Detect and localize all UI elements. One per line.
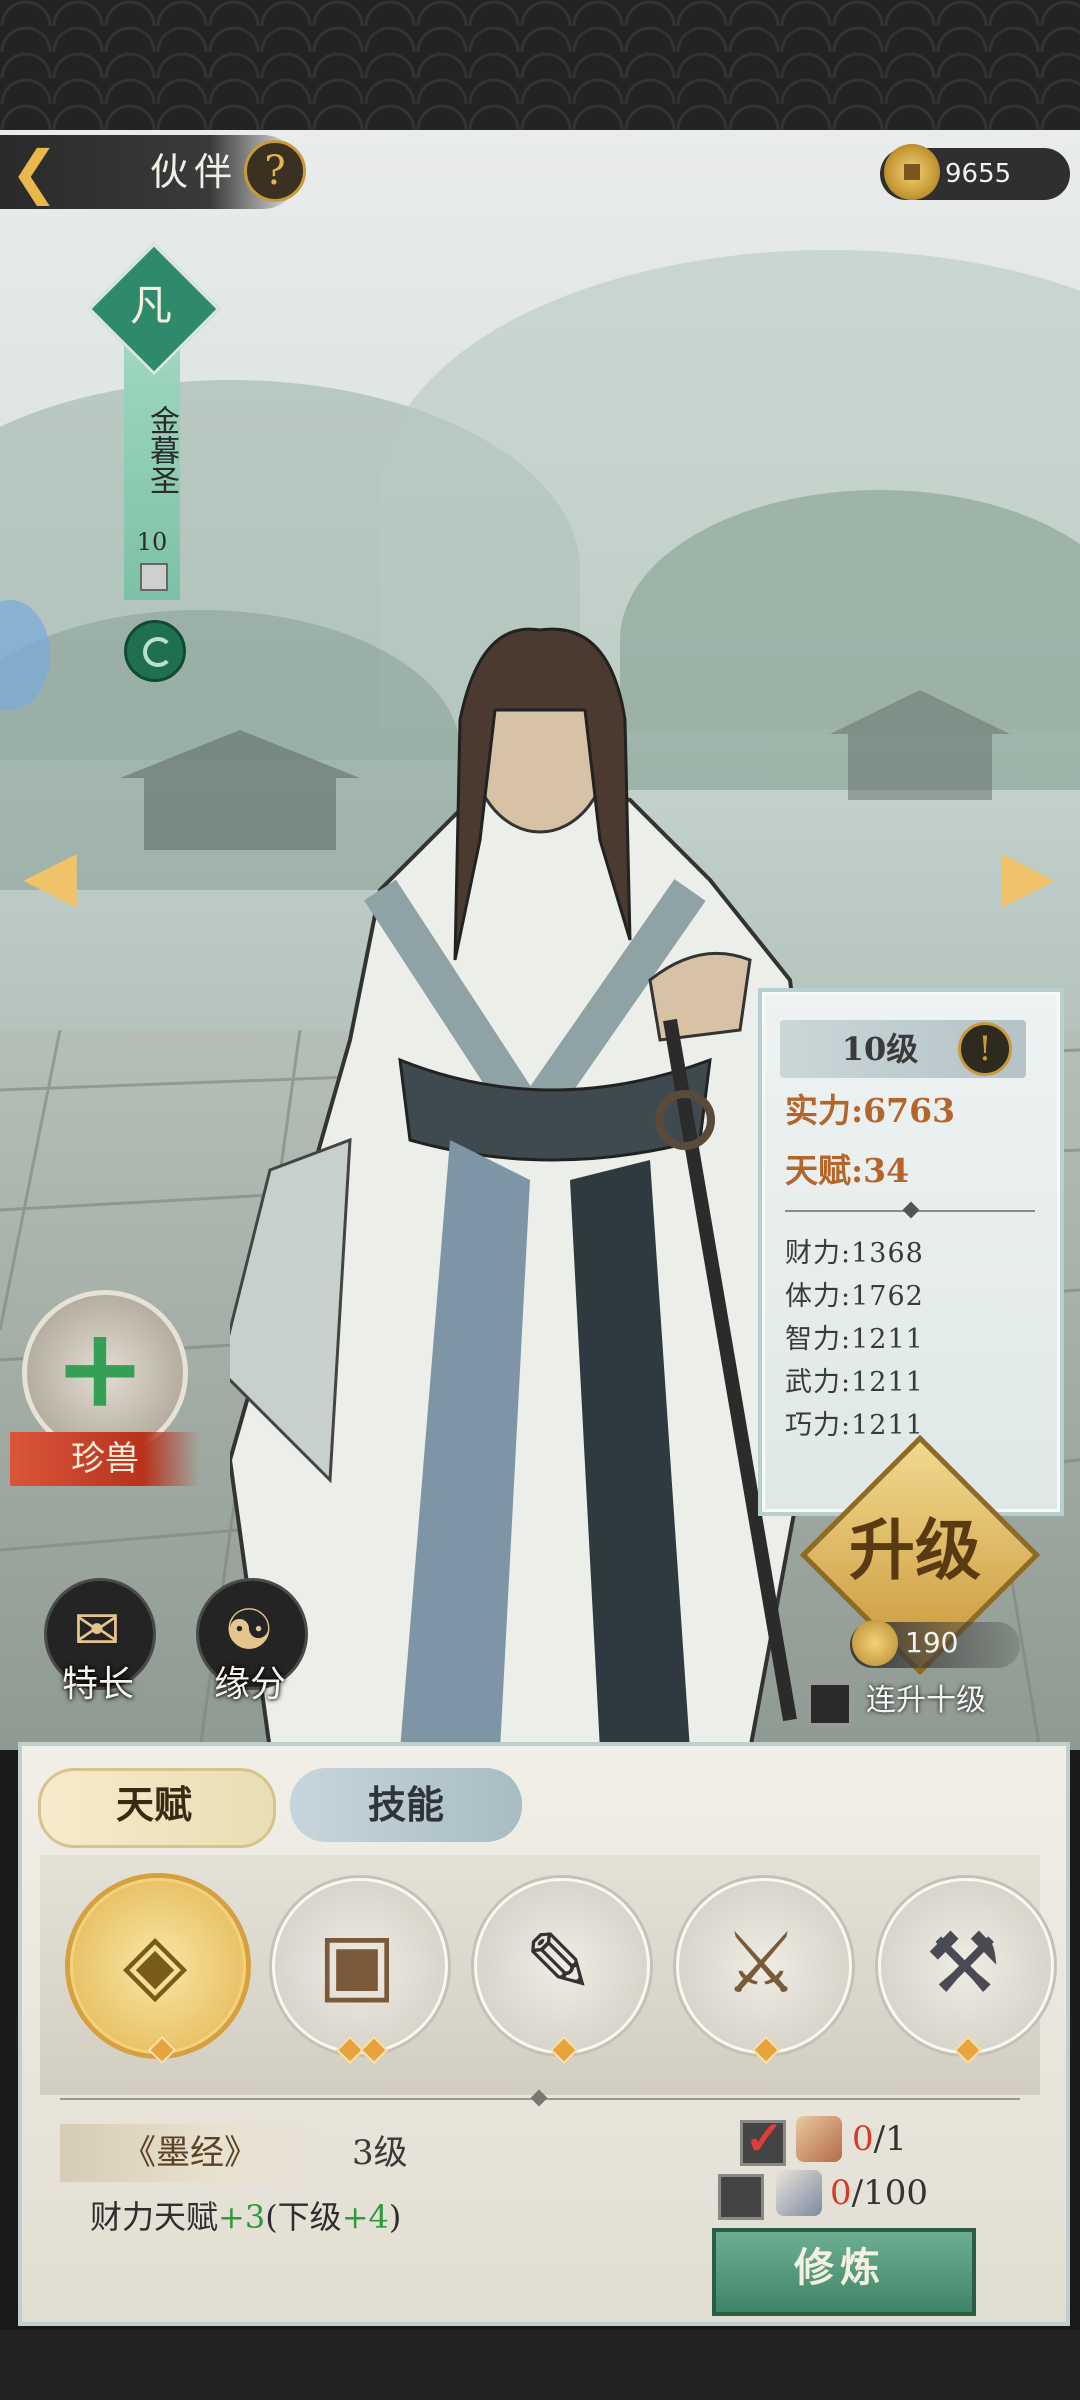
requirement-need: /100: [851, 2173, 928, 2213]
strength-stat: 实力:6763: [785, 1091, 956, 1130]
requirement-need: /1: [873, 2119, 907, 2159]
copper-coin-icon: [852, 1620, 898, 1666]
effect-next-close: ): [388, 2198, 402, 2236]
tab-skill-label[interactable]: 技能: [290, 1768, 522, 1842]
fate-label[interactable]: 缘分: [180, 1660, 320, 1710]
effect-bonus: +3: [218, 2198, 266, 2236]
stamina-stat: 体力:1762: [785, 1281, 924, 1312]
copper-coin-icon: [884, 144, 940, 200]
auto-upgrade-checkbox[interactable]: [808, 1682, 852, 1726]
upgrade-label[interactable]: 升级: [800, 1495, 1030, 1605]
add-icon[interactable]: +: [22, 1290, 178, 1446]
intellect-stat: 智力:1211: [785, 1324, 924, 1355]
talent-scroll-name: 《墨经》: [122, 2133, 258, 2173]
requirement-count: 0/1: [852, 2114, 972, 2164]
coin-icon[interactable]: ◈: [70, 1878, 240, 2048]
book-icon: [776, 2170, 822, 2216]
wealth-stat: 财力:1368: [785, 1238, 924, 1269]
tab-talent-label[interactable]: 天赋: [38, 1768, 270, 1842]
previous-arrow-icon[interactable]: ◀: [10, 835, 90, 915]
talent-scroll-level: 3级: [352, 2133, 408, 2173]
requirement-count: 0/100: [830, 2168, 980, 2218]
back-arrow-icon[interactable]: ❮: [10, 140, 100, 204]
next-arrow-icon[interactable]: ▶: [988, 835, 1068, 915]
talent-stat: 天赋:34: [785, 1151, 910, 1190]
level-label: 10级: [841, 1030, 919, 1068]
effect-next-bonus: +4: [341, 2198, 389, 2236]
effect-next-open: (下级: [265, 2198, 342, 2236]
rank-label: 凡: [129, 281, 172, 330]
seal-icon: [140, 563, 168, 591]
rare-pet-label[interactable]: 珍兽: [10, 1432, 200, 1486]
requirement-checkbox[interactable]: [740, 2111, 786, 2166]
talent-effect: 财力天赋+3(下级+4): [90, 2190, 530, 2244]
scroll-brush-icon[interactable]: ✎: [474, 1878, 644, 2048]
specialty-label[interactable]: 特长: [28, 1660, 168, 1710]
sword-icon[interactable]: ⚔: [676, 1878, 846, 2048]
info-icon[interactable]: !: [958, 1022, 1012, 1076]
character-name: 金暮圣: [144, 405, 179, 495]
martial-stat: 武力:1211: [785, 1367, 924, 1398]
requirement-have: 0: [830, 2173, 852, 2213]
seal-scroll-icon: [796, 2116, 842, 2162]
anvil-icon[interactable]: ⚒: [878, 1878, 1048, 2048]
lock-icon[interactable]: ▣: [272, 1878, 442, 2048]
element-icon[interactable]: [124, 620, 186, 682]
requirement-checkbox[interactable]: [718, 2174, 764, 2220]
help-icon[interactable]: ?: [244, 140, 306, 202]
auto-upgrade-label[interactable]: 连升十级: [866, 1676, 1066, 1726]
upgrade-cost: 190: [905, 1626, 959, 1659]
bottom-pattern-strip: [0, 2330, 1080, 2400]
character-level: 10: [136, 528, 168, 556]
effect-prefix: 财力天赋: [90, 2198, 219, 2236]
currency-amount: 9655: [945, 159, 1012, 189]
top-pattern-strip: [0, 0, 1080, 130]
requirement-have: 0: [852, 2119, 874, 2159]
train-label[interactable]: 修炼: [712, 2228, 968, 2308]
